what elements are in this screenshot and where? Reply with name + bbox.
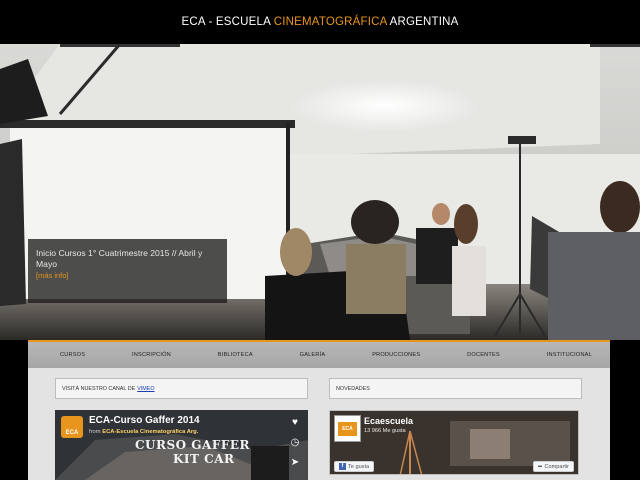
main-nav: CURSOS INSCRIPCIÓN BIBLIOTECA GALERÍA PR… xyxy=(28,340,610,368)
hero-caption: Inicio Cursos 1° Cuatrimestre 2015 // Ab… xyxy=(28,239,227,303)
brand-prefix: ECA - ESCUELA xyxy=(181,16,274,28)
nav-item-inscripcion[interactable]: INSCRIPCIÓN xyxy=(132,352,171,358)
video-overlay-line1: CURSO GAFFER xyxy=(135,438,251,452)
news-panel-heading: NOVEDADES xyxy=(329,378,582,399)
watch-later-clock-icon[interactable]: ◷ xyxy=(288,436,302,450)
news-heading-text: NOVEDADES xyxy=(336,385,370,392)
brand-suffix: ARGENTINA xyxy=(386,16,459,28)
video-from-prefix: from xyxy=(89,429,101,435)
vimeo-video-embed[interactable]: ECA ECA-Curso Gaffer 2014 from ECA-Escue… xyxy=(55,410,308,480)
facebook-page-avatar[interactable]: ECA xyxy=(334,415,361,442)
hero-more-info-link[interactable]: [más info] xyxy=(36,270,219,281)
facebook-like-count: 13 966 Me gusta xyxy=(364,428,406,434)
site-header: ECA - ESCUELA CINEMATOGRÁFICA ARGENTINA xyxy=(0,0,640,44)
vimeo-heading-text: VISITÁ NUESTRO CANAL DE xyxy=(62,385,136,392)
share-send-icon[interactable]: ➤ xyxy=(288,456,302,470)
video-channel-logo[interactable]: ECA xyxy=(61,416,83,438)
nav-item-institucional[interactable]: INSTITUCIONAL xyxy=(547,352,592,358)
facebook-like-label: Te gusta xyxy=(348,463,370,470)
nav-item-biblioteca[interactable]: BIBLIOTECA xyxy=(218,352,253,358)
site-logo[interactable]: ECA - ESCUELA CINEMATOGRÁFICA ARGENTINA xyxy=(181,16,458,28)
video-overlay-line2: KIT CAR xyxy=(173,452,235,466)
nav-item-galeria[interactable]: GALERÍA xyxy=(300,352,326,358)
facebook-page-name[interactable]: Ecaescuela xyxy=(364,416,413,426)
vimeo-link[interactable]: VIMEO xyxy=(137,386,154,392)
video-channel-link[interactable]: ECA-Escuela Cinematográfica Arg. xyxy=(102,429,198,435)
facebook-share-button[interactable]: ➦ Compartir xyxy=(532,461,574,472)
nav-item-producciones[interactable]: PRODUCCIONES xyxy=(372,352,420,358)
share-arrow-icon: ➦ xyxy=(537,463,543,470)
vimeo-panel-heading: VISITÁ NUESTRO CANAL DE VIMEO xyxy=(55,378,308,399)
nav-item-docentes[interactable]: DOCENTES xyxy=(467,352,500,358)
brand-highlight: CINEMATOGRÁFICA xyxy=(273,16,387,28)
nav-item-cursos[interactable]: CURSOS xyxy=(60,352,85,358)
video-title[interactable]: ECA-Curso Gaffer 2014 xyxy=(89,415,200,426)
like-heart-icon[interactable]: ♥ xyxy=(288,416,302,430)
hero-slider[interactable]: Inicio Cursos 1° Cuatrimestre 2015 // Ab… xyxy=(0,44,640,340)
facebook-f-icon: f xyxy=(339,463,346,470)
facebook-avatar-logo: ECA xyxy=(338,421,357,436)
facebook-page-plugin[interactable]: ECA Ecaescuela 13 966 Me gusta f Te gust… xyxy=(329,410,579,475)
facebook-share-label: Compartir xyxy=(544,463,569,470)
hero-caption-title: Inicio Cursos 1° Cuatrimestre 2015 // Ab… xyxy=(36,248,203,269)
facebook-like-button[interactable]: f Te gusta xyxy=(334,461,375,472)
video-byline: from ECA-Escuela Cinematográfica Arg. xyxy=(89,429,198,435)
